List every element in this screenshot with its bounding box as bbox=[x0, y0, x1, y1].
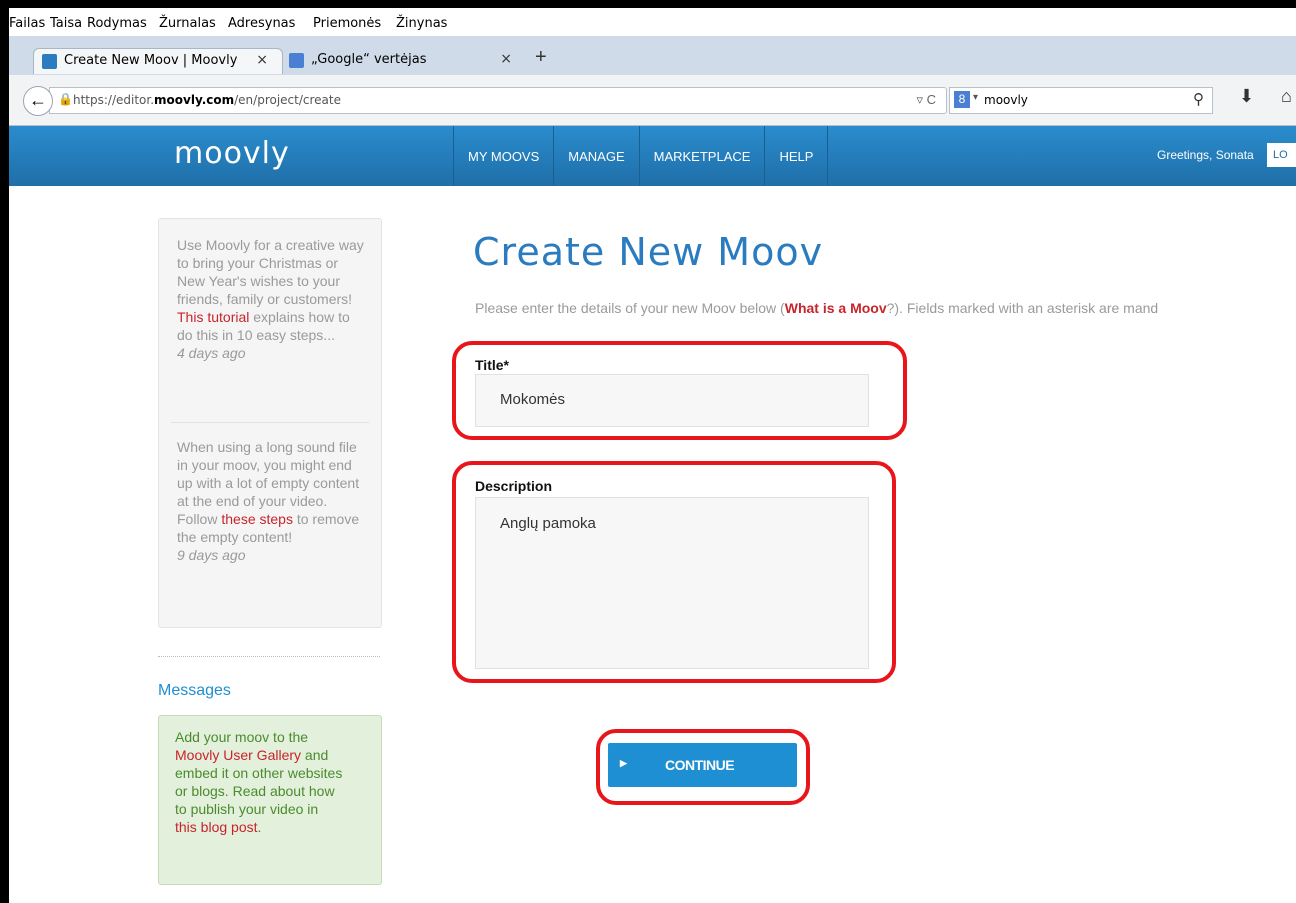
messages-heading: Messages bbox=[158, 682, 231, 699]
tab-strip: Create New Moov | Moovly × „Google“ vert… bbox=[9, 36, 1296, 75]
browser-window: Failas Taisa Rodymas Žurnalas Adresynas … bbox=[9, 8, 1296, 903]
site-header: moovly MY MOOVS MANAGE MARKETPLACE HELP … bbox=[9, 126, 1296, 186]
search-icon[interactable]: ⚲ bbox=[1193, 90, 1204, 108]
site-nav: MY MOOVS MANAGE MARKETPLACE HELP bbox=[453, 126, 829, 186]
menu-edit[interactable]: Taisa bbox=[50, 16, 82, 31]
tab-moovly[interactable]: Create New Moov | Moovly × bbox=[33, 48, 283, 74]
news-time: 4 days ago bbox=[177, 345, 246, 361]
engine-dropdown-icon[interactable]: ▾ bbox=[973, 92, 978, 103]
description-highlight bbox=[452, 461, 896, 683]
message-card: Add your moov to the Moovly User Gallery… bbox=[158, 715, 382, 885]
moovly-logo[interactable]: moovly bbox=[174, 136, 290, 171]
reload-icon[interactable]: ▿ C bbox=[916, 92, 936, 108]
navigation-bar: 🔒 https://editor.moovly.com/en/project/c… bbox=[9, 75, 1296, 126]
menu-bookmarks[interactable]: Adresynas bbox=[228, 16, 295, 31]
menu-view[interactable]: Rodymas bbox=[87, 16, 147, 31]
continue-highlight bbox=[596, 729, 810, 805]
nav-help[interactable]: HELP bbox=[764, 126, 829, 186]
menu-help[interactable]: Žinynas bbox=[396, 16, 447, 31]
tab-title: „Google“ vertėjas bbox=[311, 52, 427, 67]
menu-bar: Failas Taisa Rodymas Žurnalas Adresynas … bbox=[9, 8, 1296, 36]
tab-title: Create New Moov | Moovly bbox=[64, 53, 238, 68]
blog-post-link[interactable]: this blog post bbox=[175, 819, 258, 835]
back-button[interactable]: ← bbox=[23, 86, 53, 116]
search-query: moovly bbox=[984, 93, 1028, 107]
what-is-moov-link[interactable]: What is a Moov bbox=[785, 300, 887, 316]
greeting-text: Greetings, Sonata bbox=[1157, 148, 1254, 162]
steps-link[interactable]: these steps bbox=[221, 511, 293, 527]
close-tab-icon[interactable]: × bbox=[500, 51, 512, 67]
news-card: Use Moovly for a creative way to bring y… bbox=[158, 218, 382, 628]
url-text: https://editor.moovly.com/en/project/cre… bbox=[73, 93, 341, 107]
logout-button[interactable]: LO bbox=[1267, 143, 1296, 167]
nav-marketplace[interactable]: MARKETPLACE bbox=[638, 126, 765, 186]
home-icon[interactable]: ⌂ bbox=[1281, 86, 1292, 107]
news-item: When using a long sound file in your moo… bbox=[177, 439, 360, 563]
user-gallery-link[interactable]: Moovly User Gallery bbox=[175, 747, 301, 763]
tutorial-link[interactable]: This tutorial bbox=[177, 309, 249, 325]
message-text: Add your moov to the Moovly User Gallery… bbox=[175, 729, 343, 835]
close-tab-icon[interactable]: × bbox=[256, 52, 268, 68]
moovly-favicon-icon bbox=[42, 54, 57, 69]
news-item: Use Moovly for a creative way to bring y… bbox=[177, 237, 364, 361]
divider bbox=[158, 656, 380, 657]
nav-my-moovs[interactable]: MY MOOVS bbox=[453, 126, 553, 186]
menu-file[interactable]: Failas bbox=[9, 16, 45, 31]
nav-manage[interactable]: MANAGE bbox=[553, 126, 638, 186]
search-box[interactable]: 8 ▾ moovly ⚲ bbox=[949, 87, 1213, 114]
divider bbox=[171, 422, 369, 423]
new-tab-button[interactable]: + bbox=[535, 46, 547, 69]
lock-icon: 🔒 bbox=[58, 92, 73, 106]
page-title: Create New Moov bbox=[473, 230, 824, 274]
google-engine-icon[interactable]: 8 bbox=[954, 91, 970, 108]
download-icon[interactable]: ⬇ bbox=[1239, 86, 1254, 107]
menu-tools[interactable]: Priemonės bbox=[313, 16, 381, 31]
google-translate-favicon-icon bbox=[289, 53, 304, 68]
tab-google-translate[interactable]: „Google“ vertėjas × bbox=[281, 48, 526, 73]
intro-text: Please enter the details of your new Moo… bbox=[475, 300, 1159, 316]
title-highlight bbox=[452, 341, 907, 440]
menu-history[interactable]: Žurnalas bbox=[159, 16, 216, 31]
address-bar[interactable]: 🔒 https://editor.moovly.com/en/project/c… bbox=[49, 87, 947, 114]
news-time: 9 days ago bbox=[177, 547, 246, 563]
